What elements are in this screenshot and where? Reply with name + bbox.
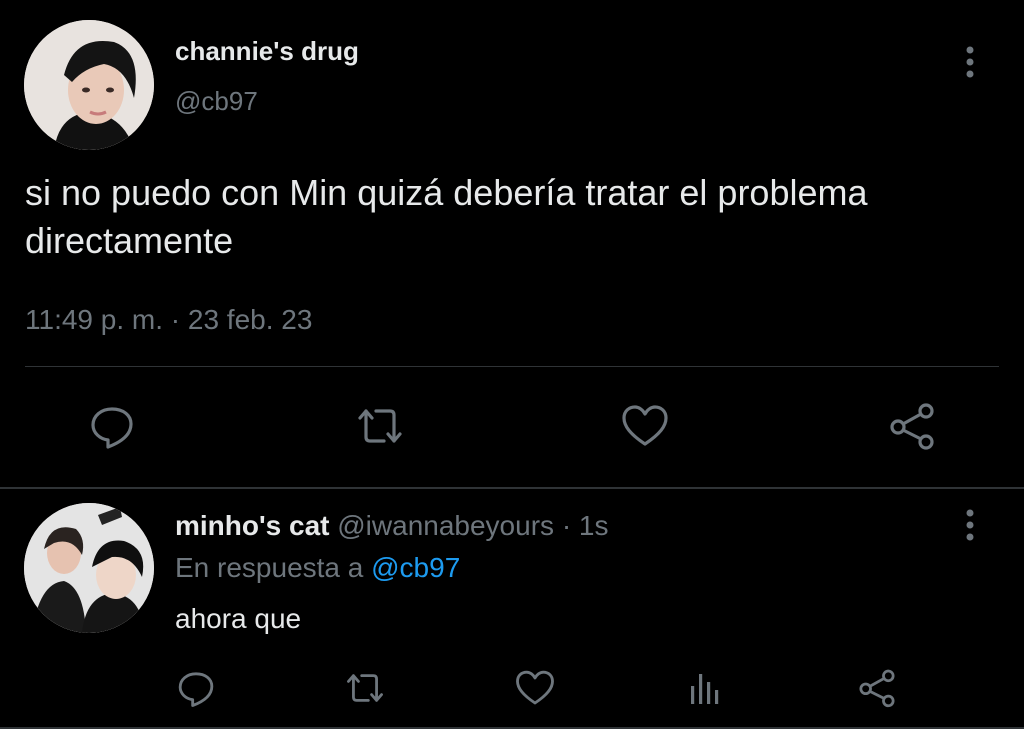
reply-text: ahora que: [175, 603, 302, 634]
reply-analytics-icon[interactable]: [688, 670, 722, 706]
main-reply-icon[interactable]: [88, 402, 136, 450]
reply-time[interactable]: 1s: [579, 510, 609, 541]
main-tweet-text-line2: directamente: [25, 220, 234, 261]
reply-avatar[interactable]: [24, 503, 154, 633]
reply-display-name[interactable]: minho's cat: [175, 510, 329, 541]
main-tweet-text-line1: si no puedo con Min quizá debería tratar…: [25, 172, 868, 213]
reply-more-icon[interactable]: [958, 507, 982, 543]
main-tweet-handle[interactable]: @cb97: [175, 86, 258, 117]
main-tweet-divider: [25, 366, 999, 367]
reply-separator: ·: [561, 510, 572, 541]
main-tweet-timestamp[interactable]: 11:49 p. m. · 23 feb. 23: [25, 304, 312, 336]
reply-retweet-icon[interactable]: [341, 669, 389, 707]
main-like-icon[interactable]: [620, 402, 670, 450]
reply-like-icon[interactable]: [514, 668, 556, 708]
in-reply-prefix: En respuesta a: [175, 552, 364, 583]
in-reply-handle-link[interactable]: @cb97: [371, 552, 460, 583]
reply-in-reply-to: En respuesta a @cb97: [175, 552, 460, 584]
main-share-icon[interactable]: [886, 402, 938, 450]
main-tweet-display-name[interactable]: channie's drug: [175, 36, 359, 67]
section-divider: [0, 487, 1024, 489]
reply-handle[interactable]: @iwannabeyours: [337, 510, 554, 541]
main-tweet-avatar[interactable]: [24, 20, 154, 150]
main-retweet-icon[interactable]: [352, 403, 408, 449]
reply-header: minho's cat @iwannabeyours · 1s: [175, 510, 609, 542]
main-tweet-more-icon[interactable]: [958, 44, 982, 80]
reply-reply-icon[interactable]: [176, 668, 216, 708]
reply-share-icon[interactable]: [856, 668, 898, 708]
